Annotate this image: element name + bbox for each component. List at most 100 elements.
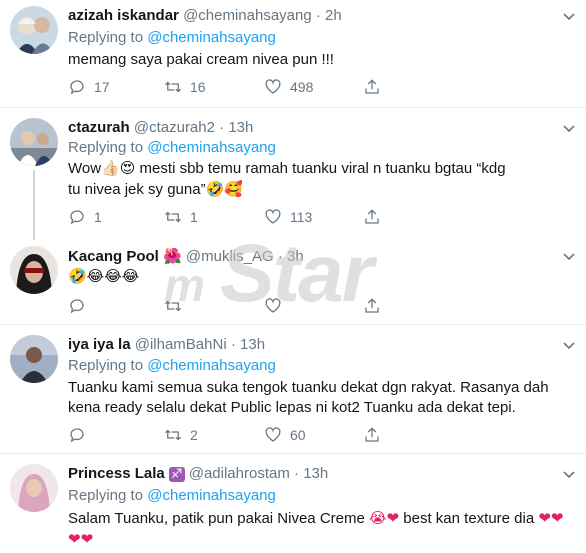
timestamp[interactable]: 2h: [325, 7, 342, 24]
tweet-text: Tuanku kami semua suka tengok tuanku dek…: [68, 379, 549, 416]
chevron-down-icon[interactable]: [562, 339, 576, 353]
tweet-princess-lala[interactable]: Princess Lala ♐ @adilahrostam · 13h Repl…: [0, 454, 586, 553]
retweet-button[interactable]: [164, 296, 190, 316]
thread-line: [33, 170, 35, 240]
timestamp[interactable]: 13h: [228, 119, 253, 136]
user-handle[interactable]: @ilhamBahNi: [135, 336, 227, 353]
reply-icon: [70, 428, 84, 443]
display-name[interactable]: iya iya la: [68, 336, 131, 353]
mention-link[interactable]: @cheminahsayang: [147, 29, 276, 46]
tweet-text-part: Salam Tuanku, patik pun pakai Nivea Crem…: [68, 510, 369, 527]
retweet-button[interactable]: 16: [164, 77, 206, 97]
tweet-ctazurah[interactable]: ctazurah @ctazurah2 · 13h Replying to @c…: [0, 108, 586, 240]
reply-button[interactable]: 17: [68, 77, 110, 97]
like-button[interactable]: 498: [264, 77, 313, 97]
like-button[interactable]: 113: [264, 207, 312, 227]
heart-icon: [265, 79, 281, 94]
share-button[interactable]: [363, 425, 389, 445]
display-name[interactable]: ctazurah: [68, 119, 130, 136]
reply-count: 17: [94, 79, 110, 95]
retweet-button[interactable]: 1: [164, 207, 198, 227]
like-count: 498: [290, 79, 314, 95]
tweet-text: Salam Tuanku, patik pun pakai Nivea Crem…: [68, 508, 568, 550]
timestamp[interactable]: 3h: [287, 248, 304, 265]
emoji: 😭❤: [369, 509, 400, 527]
separator-dot: ·: [277, 248, 283, 265]
tweet-text: 🤣😂😂😂: [68, 266, 568, 287]
chevron-down-icon[interactable]: [562, 10, 576, 24]
tweet-actions: 17 16 498: [68, 77, 388, 97]
tweet-kacang-pool[interactable]: Kacang Pool 🌺 @muklis_AG · 3h 🤣😂😂😂: [0, 238, 586, 324]
reply-icon: [70, 210, 84, 225]
emoji: 👍🏻😍: [101, 159, 136, 177]
replying-to: Replying to @cheminahsayang: [68, 28, 276, 48]
retweet-button[interactable]: 2: [164, 425, 198, 445]
user-handle[interactable]: @muklis_AG: [186, 248, 274, 265]
reply-icon: [70, 299, 84, 314]
mention-link[interactable]: @cheminahsayang: [147, 139, 276, 156]
tweet-actions: 2 60: [68, 425, 388, 445]
like-button[interactable]: 60: [264, 425, 306, 445]
replying-prefix: Replying to: [68, 29, 148, 46]
share-icon: [365, 298, 379, 313]
tweet-text: Wow👍🏻😍 mesti sbb temu ramah tuanku viral…: [68, 158, 508, 200]
separator-dot: ·: [294, 465, 300, 482]
share-icon: [365, 209, 379, 224]
display-name[interactable]: azizah iskandar: [68, 7, 179, 24]
sagittarius-emoji: ♐: [168, 467, 185, 482]
avatar[interactable]: [10, 335, 58, 383]
flower-emoji: 🌺: [163, 247, 182, 265]
separator-dot: ·: [230, 336, 236, 353]
user-handle[interactable]: @cheminahsayang: [183, 7, 312, 24]
timestamp[interactable]: 13h: [303, 465, 328, 482]
like-count: 113: [290, 209, 313, 225]
retweet-icon: [165, 300, 181, 312]
display-name[interactable]: Princess Lala: [68, 465, 165, 482]
tweet-text-part: Wow: [68, 160, 102, 177]
replying-to: Replying to @cheminahsayang: [68, 486, 276, 506]
user-handle[interactable]: @ctazurah2: [134, 119, 215, 136]
heart-icon: [265, 298, 281, 313]
avatar[interactable]: [10, 464, 58, 512]
avatar[interactable]: [10, 246, 58, 294]
replying-to: Replying to @cheminahsayang: [68, 356, 276, 376]
separator-dot: ·: [219, 119, 225, 136]
like-count: 60: [290, 427, 306, 443]
mention-link[interactable]: @cheminahsayang: [147, 357, 276, 374]
tweet-iya-iya-la[interactable]: iya iya la @ilhamBahNi · 13h Replying to…: [0, 325, 586, 453]
timestamp[interactable]: 13h: [240, 336, 265, 353]
share-button[interactable]: [363, 207, 389, 227]
share-icon: [365, 427, 379, 442]
replying-prefix: Replying to: [68, 487, 148, 504]
tweet-text-part: best kan texture dia: [399, 510, 539, 527]
avatar[interactable]: [10, 118, 58, 166]
replying-prefix: Replying to: [68, 357, 148, 374]
display-name[interactable]: Kacang Pool: [68, 248, 159, 265]
user-handle[interactable]: @adilahrostam: [189, 465, 290, 482]
reply-count: 1: [94, 209, 102, 225]
emoji: 🤣😂😂😂: [68, 267, 140, 285]
retweet-count: 1: [190, 209, 198, 225]
separator-dot: ·: [315, 7, 321, 24]
like-button[interactable]: [264, 296, 290, 316]
chevron-down-icon[interactable]: [562, 468, 576, 482]
reply-button[interactable]: [68, 425, 94, 445]
retweet-count: 16: [190, 79, 206, 95]
reply-button[interactable]: 1: [68, 207, 102, 227]
reply-button[interactable]: [68, 296, 94, 316]
heart-icon: [265, 209, 281, 224]
avatar[interactable]: [10, 6, 58, 54]
tweet-actions: 1 1 113: [68, 207, 388, 227]
heart-icon: [265, 427, 281, 442]
share-button[interactable]: [363, 296, 389, 316]
tweet-actions: [68, 296, 388, 316]
share-button[interactable]: [363, 77, 389, 97]
share-icon: [365, 79, 379, 94]
chevron-down-icon[interactable]: [562, 122, 576, 136]
mention-link[interactable]: @cheminahsayang: [147, 487, 276, 504]
chevron-down-icon[interactable]: [562, 250, 576, 264]
replying-prefix: Replying to: [68, 139, 148, 156]
replying-to: Replying to @cheminahsayang: [68, 138, 276, 158]
retweet-count: 2: [190, 427, 198, 443]
tweet-azizah[interactable]: azizah iskandar @cheminahsayang · 2h Rep…: [0, 0, 586, 107]
